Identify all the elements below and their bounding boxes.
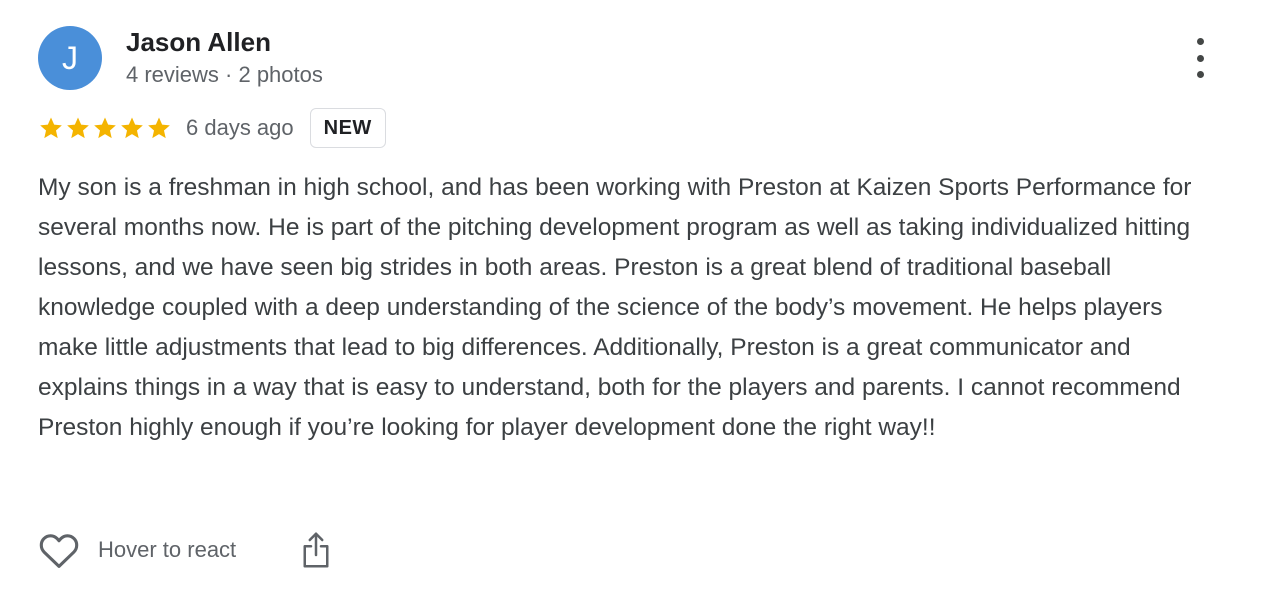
review-actions: Hover to react [38,528,332,572]
author-name[interactable]: Jason Allen [126,26,271,58]
react-label: Hover to react [98,537,237,562]
share-button[interactable] [300,530,332,570]
more-vert-icon-dot [1196,71,1204,78]
heart-icon [39,534,79,568]
more-vert-icon-dot [1196,54,1204,62]
star-icon [121,117,143,139]
star-icon [94,117,116,139]
author-meta: 4 reviews · 2 photos [126,62,323,87]
more-vert-icon [1196,38,1204,45]
new-badge: NEW [309,108,386,148]
review-card: J Jason Allen 4 reviews · 2 photos 6 day… [0,0,1280,610]
star-icon [40,117,62,139]
star-icon [67,117,89,139]
share-icon [303,532,329,568]
rating-row: 6 days ago NEW [38,106,386,150]
react-button[interactable]: Hover to react [38,531,236,569]
star-icon [148,117,170,139]
avatar[interactable]: J [38,26,102,90]
star-rating [38,115,172,141]
review-text: My son is a freshman in high school, and… [38,174,1192,441]
review-date: 6 days ago [186,115,294,140]
more-options-button[interactable] [1184,38,1216,78]
